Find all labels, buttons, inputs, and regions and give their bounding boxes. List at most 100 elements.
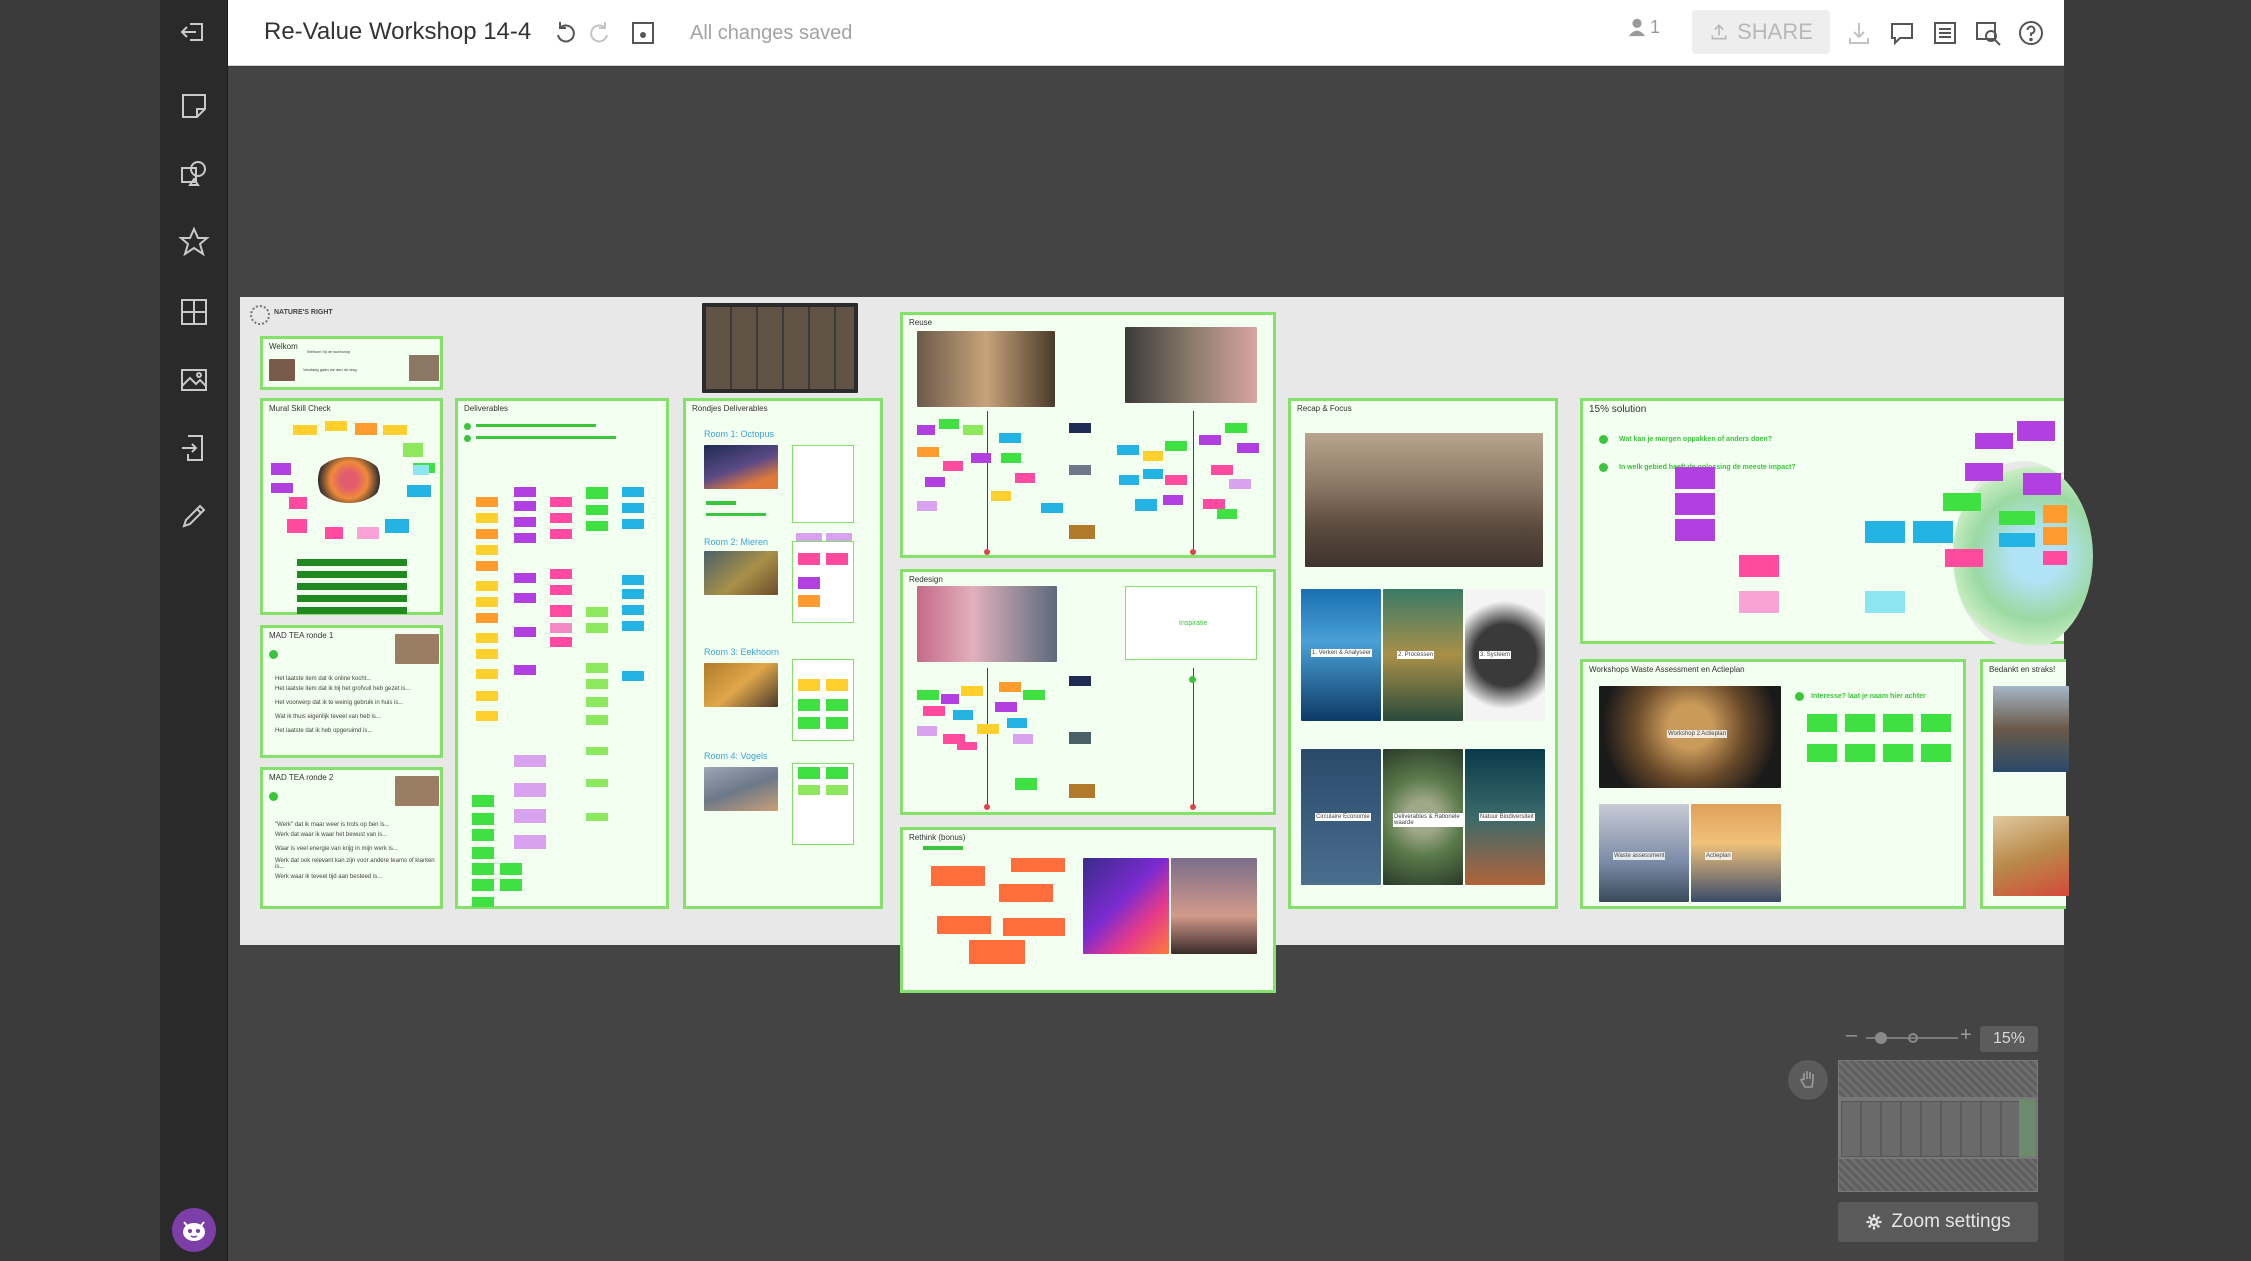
sticky-note[interactable] — [586, 813, 608, 821]
frame-reuse[interactable]: Reuse — [900, 312, 1276, 558]
favorite-icon[interactable] — [174, 222, 214, 262]
sticky-note[interactable] — [514, 593, 536, 603]
sticky-note[interactable] — [1675, 467, 1715, 489]
sticky-note[interactable] — [622, 589, 644, 599]
sticky-note[interactable] — [622, 605, 644, 615]
frame-redesign[interactable]: Redesign Inspiratie — [900, 569, 1276, 815]
sticky-note[interactable] — [706, 513, 766, 516]
sticky-note[interactable] — [1069, 732, 1091, 744]
sticky-note[interactable] — [293, 425, 317, 435]
help-icon[interactable] — [2014, 16, 2048, 50]
sticky-note[interactable] — [991, 491, 1011, 501]
sticky-note[interactable] — [1001, 453, 1021, 463]
sticky-note[interactable] — [1117, 445, 1139, 455]
sticky-note[interactable] — [798, 699, 820, 711]
sticky-note[interactable] — [271, 463, 291, 475]
zoom-out-icon[interactable]: – — [1846, 1024, 1857, 1047]
board-title[interactable]: Re-Value Workshop 14-4 — [264, 18, 531, 46]
sticky-note[interactable] — [798, 717, 820, 729]
sticky-note[interactable] — [925, 477, 945, 487]
sticky-note[interactable] — [325, 527, 343, 539]
sticky-note[interactable] — [586, 521, 608, 531]
search-icon[interactable] — [1971, 16, 2005, 50]
sticky-note[interactable] — [476, 669, 498, 679]
sticky-note[interactable] — [500, 879, 522, 891]
sticky-note[interactable] — [1845, 744, 1875, 762]
frame-rethink[interactable]: Rethink (bonus) — [900, 827, 1276, 993]
sticky-note[interactable] — [1975, 433, 2013, 449]
sticky-note[interactable] — [796, 533, 822, 541]
sticky-note[interactable] — [1015, 473, 1035, 483]
sticky-note[interactable] — [550, 529, 572, 539]
sticky-note[interactable] — [1965, 463, 2003, 481]
sticky-note[interactable] — [826, 553, 848, 565]
sticky-note[interactable] — [325, 421, 347, 431]
sticky-note[interactable] — [586, 779, 608, 787]
sticky-note[interactable] — [706, 501, 736, 505]
zoom-in-icon[interactable]: + — [1960, 1024, 1972, 1047]
sticky-note[interactable] — [514, 835, 546, 849]
sticky-note[interactable] — [937, 916, 991, 934]
sticky-note[interactable] — [999, 884, 1053, 902]
frame-bedankt[interactable]: Bedankt en straks! — [1980, 659, 2069, 909]
sticky-note[interactable] — [941, 694, 959, 704]
sticky-note[interactable] — [1013, 734, 1033, 744]
user-count[interactable]: 1 — [1626, 16, 1660, 38]
sticky-note[interactable] — [1883, 714, 1913, 732]
sticky-note[interactable] — [1739, 591, 1779, 613]
frame-rondjes[interactable]: Rondjes Deliverables Room 1: Octopus Roo… — [683, 398, 883, 909]
sticky-note[interactable] — [798, 785, 820, 795]
sticky-note[interactable] — [514, 517, 536, 527]
sticky-note[interactable] — [476, 581, 498, 591]
comments-icon[interactable] — [1885, 16, 1919, 50]
frame-welcome[interactable]: Welkom Welkom bij de workshop Vandaag ga… — [260, 336, 443, 390]
sticky-note[interactable] — [931, 866, 985, 886]
sticky-note[interactable] — [550, 497, 572, 507]
sticky-note[interactable] — [622, 487, 644, 497]
user-avatar[interactable] — [172, 1208, 216, 1252]
sticky-note[interactable] — [1069, 465, 1091, 475]
sticky-note[interactable] — [977, 724, 999, 734]
sticky-note[interactable] — [297, 595, 407, 602]
sticky-note[interactable] — [1883, 744, 1913, 762]
sticky-note[interactable] — [1211, 465, 1233, 475]
shapes-icon[interactable] — [174, 154, 214, 194]
sticky-note[interactable] — [514, 665, 536, 675]
sticky-note[interactable] — [514, 783, 546, 797]
sticky-note[interactable] — [917, 690, 939, 700]
sticky-note[interactable] — [1807, 744, 1837, 762]
sticky-note[interactable] — [476, 545, 498, 555]
sticky-note[interactable] — [622, 621, 644, 631]
sticky-note[interactable] — [1999, 533, 2035, 547]
exit-icon[interactable] — [174, 12, 214, 52]
sticky-note[interactable] — [472, 897, 494, 907]
sticky-note[interactable] — [1165, 441, 1187, 451]
sticky-note[interactable] — [550, 569, 572, 579]
sticky-note-icon[interactable] — [174, 86, 214, 126]
sticky-note[interactable] — [826, 717, 848, 729]
sticky-note[interactable] — [586, 505, 608, 515]
sticky-note[interactable] — [1807, 714, 1837, 732]
sticky-note[interactable] — [472, 813, 494, 825]
sticky-note[interactable] — [550, 585, 572, 595]
sticky-note[interactable] — [826, 767, 848, 779]
frame-solution[interactable]: 15% solution Wat kan je morgen oppakken … — [1580, 398, 2093, 651]
sticky-note[interactable] — [923, 846, 963, 850]
sticky-note[interactable] — [798, 577, 820, 589]
sticky-note[interactable] — [413, 465, 429, 475]
sticky-note[interactable] — [476, 513, 498, 523]
image-icon[interactable] — [174, 360, 214, 400]
sticky-note[interactable] — [514, 533, 536, 543]
sticky-note[interactable] — [999, 433, 1021, 443]
sticky-note[interactable] — [514, 487, 536, 497]
grid-icon[interactable] — [174, 292, 214, 332]
sticky-note[interactable] — [826, 699, 848, 711]
sticky-note[interactable] — [403, 443, 423, 457]
sticky-note[interactable] — [472, 863, 494, 875]
sticky-note[interactable] — [2043, 527, 2067, 545]
sticky-note[interactable] — [1739, 555, 1779, 577]
sticky-note[interactable] — [586, 607, 608, 617]
sticky-note[interactable] — [1163, 495, 1183, 505]
sticky-note[interactable] — [971, 453, 991, 463]
sticky-note[interactable] — [297, 607, 407, 614]
